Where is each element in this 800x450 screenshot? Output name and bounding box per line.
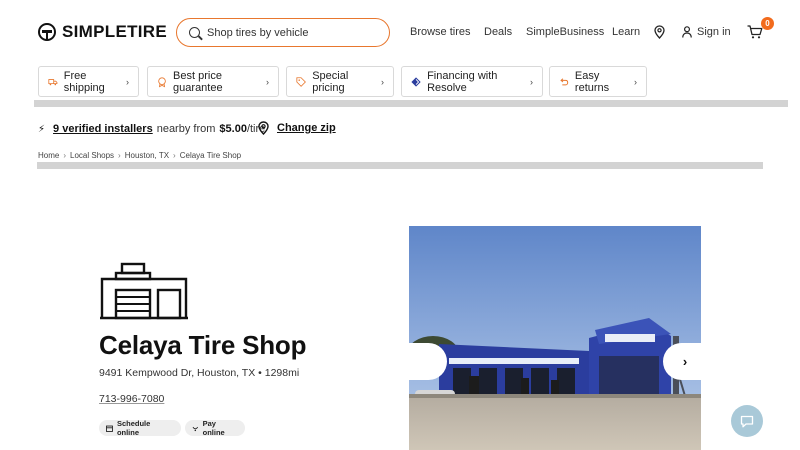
promo-label: Free shipping	[63, 69, 105, 94]
search-box[interactable]	[176, 18, 390, 47]
promo-financing[interactable]: Financing with Resolve ›	[401, 66, 543, 97]
shop-name: Celaya Tire Shop	[99, 330, 307, 360]
calendar-icon	[106, 425, 113, 432]
shop-street-photo	[409, 226, 701, 450]
search-icon	[189, 27, 200, 38]
breadcrumb-home[interactable]: Home	[38, 151, 59, 160]
site-header: SIMPLETIRE Browse tires Deals SimpleBusi…	[0, 0, 800, 64]
lightning-icon: ⚡	[38, 123, 46, 135]
breadcrumb-separator: ›	[118, 151, 121, 160]
chevron-right-icon: ›	[266, 76, 269, 87]
breadcrumb-separator: ›	[63, 151, 67, 160]
change-zip-label: Change zip	[277, 122, 336, 134]
location-pin-icon[interactable]	[654, 25, 665, 39]
chat-button[interactable]	[731, 405, 763, 437]
nav-simplebusiness[interactable]: SimpleBusiness	[526, 26, 604, 38]
promo-special-pricing[interactable]: Special pricing ›	[286, 66, 394, 97]
garage-icon	[100, 262, 188, 320]
promo-label: Special pricing	[312, 69, 349, 94]
shop-phone-link[interactable]: 713-996-7080	[99, 393, 164, 405]
resolve-logo-icon	[411, 76, 421, 87]
search-input[interactable]	[207, 26, 367, 39]
nav-deals[interactable]: Deals	[484, 26, 512, 38]
chevron-right-icon: ›	[381, 76, 384, 87]
promo-free-shipping[interactable]: Free shipping ›	[38, 66, 139, 97]
installers-summary: ⚡ 9 verified installers nearby from $5.0…	[38, 123, 265, 135]
change-zip-link[interactable]: Change zip	[258, 121, 336, 135]
nearby-text: nearby from	[156, 123, 216, 135]
nav-browse-tires[interactable]: Browse tires	[410, 26, 471, 38]
carousel-prev-button[interactable]	[401, 343, 447, 380]
schedule-online-pill: Schedule online	[99, 419, 181, 437]
logo-mark-icon	[38, 23, 56, 41]
installer-price: $5.00	[219, 123, 247, 135]
loading-placeholder-bar	[37, 162, 763, 169]
chevron-right-icon: ›	[634, 76, 637, 87]
logo-text: SIMPLETIRE	[62, 22, 168, 41]
breadcrumb-city[interactable]: Houston, TX	[125, 151, 169, 160]
badge-icon	[158, 76, 166, 87]
schedule-online-label: Schedule online	[116, 419, 151, 437]
promo-label: Easy returns	[574, 69, 610, 94]
sign-in-label: Sign in	[697, 26, 731, 38]
sign-in-link[interactable]: Sign in	[682, 26, 731, 38]
breadcrumb: Home › Local Shops › Houston, TX › Celay…	[38, 151, 241, 160]
breadcrumb-separator: ›	[173, 151, 176, 160]
promo-easy-returns[interactable]: Easy returns ›	[549, 66, 647, 97]
tag-icon	[296, 76, 306, 87]
promo-best-price[interactable]: Best price guarantee ›	[147, 66, 279, 97]
cart-count-badge: 0	[761, 17, 774, 30]
chevron-right-icon: ›	[682, 354, 688, 369]
nav-learn[interactable]: Learn	[612, 26, 640, 38]
verified-installers-link[interactable]: 9 verified installers	[53, 123, 153, 135]
simpletire-logo[interactable]: SIMPLETIRE	[38, 22, 167, 42]
pay-online-pill: Pay online	[185, 419, 245, 437]
promo-label: Financing with Resolve	[427, 69, 498, 94]
chevron-right-icon: ›	[530, 76, 533, 87]
carousel-next-button[interactable]: ›	[663, 343, 707, 380]
location-pin-icon	[258, 121, 269, 135]
loading-placeholder-bar	[34, 100, 788, 107]
cart-icon[interactable]	[747, 25, 763, 39]
breadcrumb-current: Celaya Tire Shop	[179, 151, 242, 160]
user-icon	[682, 26, 692, 38]
promo-label: Best price guarantee	[173, 69, 223, 94]
pay-icon	[192, 426, 199, 431]
truck-icon	[48, 78, 58, 85]
return-arrow-icon	[560, 77, 569, 85]
chat-bubble-icon	[740, 415, 754, 427]
shop-address: 9491 Kempwood Dr, Houston, TX • 1298mi	[99, 367, 300, 379]
chevron-right-icon: ›	[126, 76, 129, 87]
pay-online-label: Pay online	[202, 419, 225, 437]
breadcrumb-local-shops[interactable]: Local Shops	[70, 151, 114, 160]
shop-photo	[409, 226, 701, 450]
